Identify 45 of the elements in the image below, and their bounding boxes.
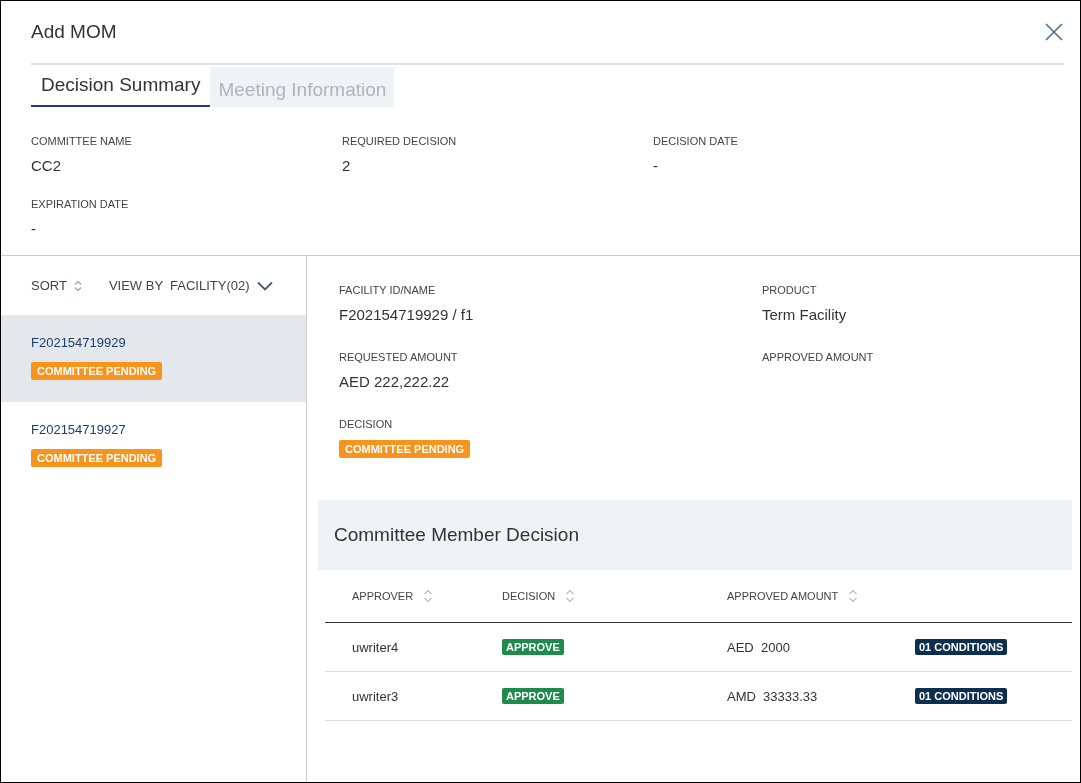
conditions-badge[interactable]: 01 CONDITIONS bbox=[915, 639, 1008, 655]
field-label: PRODUCT bbox=[762, 284, 817, 296]
dialog-title: Add MOM bbox=[31, 21, 117, 43]
field-value: Term Facility bbox=[762, 306, 847, 323]
facility-list-item[interactable]: F202154719929 COMMITTEE PENDING bbox=[1, 315, 306, 402]
field-label: FACILITY ID/NAME bbox=[339, 284, 436, 296]
view-by-label: VIEW BY bbox=[108, 278, 164, 293]
field-label: REQUESTED AMOUNT bbox=[339, 351, 458, 363]
field-value: CC2 bbox=[31, 157, 62, 174]
field-label: DECISION bbox=[339, 418, 393, 430]
close-icon[interactable] bbox=[1044, 22, 1064, 42]
field-value: - bbox=[31, 220, 37, 237]
status-badge: COMMITTEE PENDING bbox=[31, 362, 163, 380]
sort-icon[interactable] bbox=[73, 279, 82, 292]
facility-id: F202154719929 bbox=[31, 335, 126, 350]
conditions-badge[interactable]: 01 CONDITIONS bbox=[915, 688, 1008, 704]
column-header[interactable]: APPROVED AMOUNT bbox=[727, 590, 839, 602]
sort-icon[interactable] bbox=[848, 589, 859, 603]
status-badge: COMMITTEE PENDING bbox=[339, 440, 471, 458]
field-label: APPROVED AMOUNT bbox=[762, 351, 874, 363]
field-value: AED 222,222.22 bbox=[339, 373, 450, 390]
table-cell: AMD 33333.33 bbox=[727, 688, 818, 704]
column-header[interactable]: DECISION bbox=[502, 590, 556, 602]
table-cell: uwriter3 bbox=[352, 688, 399, 704]
chevron-down-icon[interactable] bbox=[256, 280, 273, 291]
table-cell: AED 2000 bbox=[727, 639, 790, 655]
field-value: 2 bbox=[342, 157, 352, 174]
field-value: - bbox=[653, 157, 659, 174]
sort-button[interactable]: SORT bbox=[31, 278, 67, 293]
view-by-dropdown[interactable]: FACILITY(02) bbox=[170, 278, 250, 293]
field-label: DECISION DATE bbox=[653, 135, 739, 147]
field-value: F202154719929 / f1 bbox=[339, 306, 474, 323]
table-cell: uwriter4 bbox=[352, 639, 399, 655]
field-label: EXPIRATION DATE bbox=[31, 198, 130, 210]
decision-badge: APPROVE bbox=[502, 688, 564, 704]
decision-badge: APPROVE bbox=[502, 639, 564, 655]
field-label: REQUIRED DECISION bbox=[342, 135, 458, 147]
status-badge: COMMITTEE PENDING bbox=[31, 449, 163, 467]
sort-icon[interactable] bbox=[423, 589, 434, 603]
facility-list-item[interactable]: F202154719927 COMMITTEE PENDING bbox=[1, 402, 306, 489]
field-label: COMMITTEE NAME bbox=[31, 135, 133, 147]
sort-icon[interactable] bbox=[565, 589, 576, 603]
facility-id: F202154719927 bbox=[31, 422, 126, 437]
column-header[interactable]: APPROVER bbox=[352, 590, 414, 602]
section-title: Committee Member Decision bbox=[334, 524, 579, 546]
